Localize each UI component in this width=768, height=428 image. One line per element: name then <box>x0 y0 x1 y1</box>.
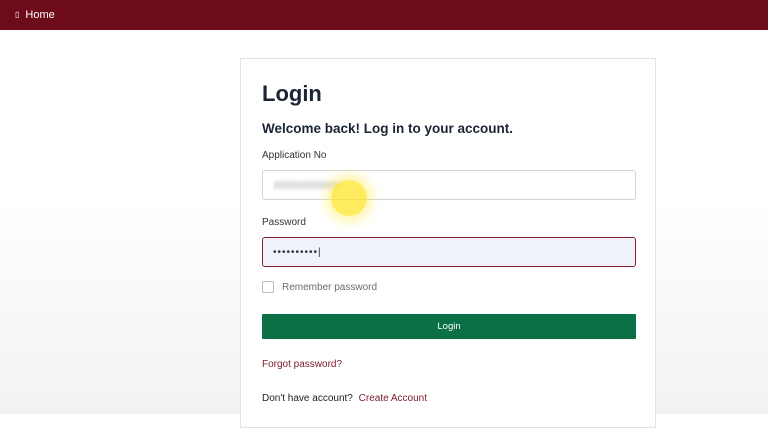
forgot-password-link[interactable]: Forgot password? <box>262 359 342 370</box>
create-account-link[interactable]: Create Account <box>359 393 427 404</box>
password-label: Password <box>262 217 306 228</box>
checkbox-box[interactable] <box>262 281 274 293</box>
remember-password-checkbox[interactable]: Remember password <box>262 281 377 293</box>
page-title: Login <box>262 81 322 106</box>
no-account-text: Don't have account? <box>262 393 353 404</box>
home-icon: ▯ <box>15 10 20 19</box>
home-label: Home <box>25 9 55 21</box>
application-no-input[interactable] <box>262 170 636 200</box>
welcome-subtitle: Welcome back! Log in to your account. <box>262 121 514 136</box>
home-link[interactable]: ▯ Home <box>15 9 55 21</box>
password-input[interactable] <box>262 237 636 267</box>
top-navbar: ▯ Home <box>0 0 768 30</box>
login-button[interactable]: Login <box>262 314 636 339</box>
login-card: Login Welcome back! Log in to your accou… <box>240 58 656 428</box>
remember-password-label: Remember password <box>282 281 378 293</box>
application-no-label: Application No <box>262 150 327 161</box>
signup-prompt: Don't have account? Create Account <box>262 393 427 404</box>
